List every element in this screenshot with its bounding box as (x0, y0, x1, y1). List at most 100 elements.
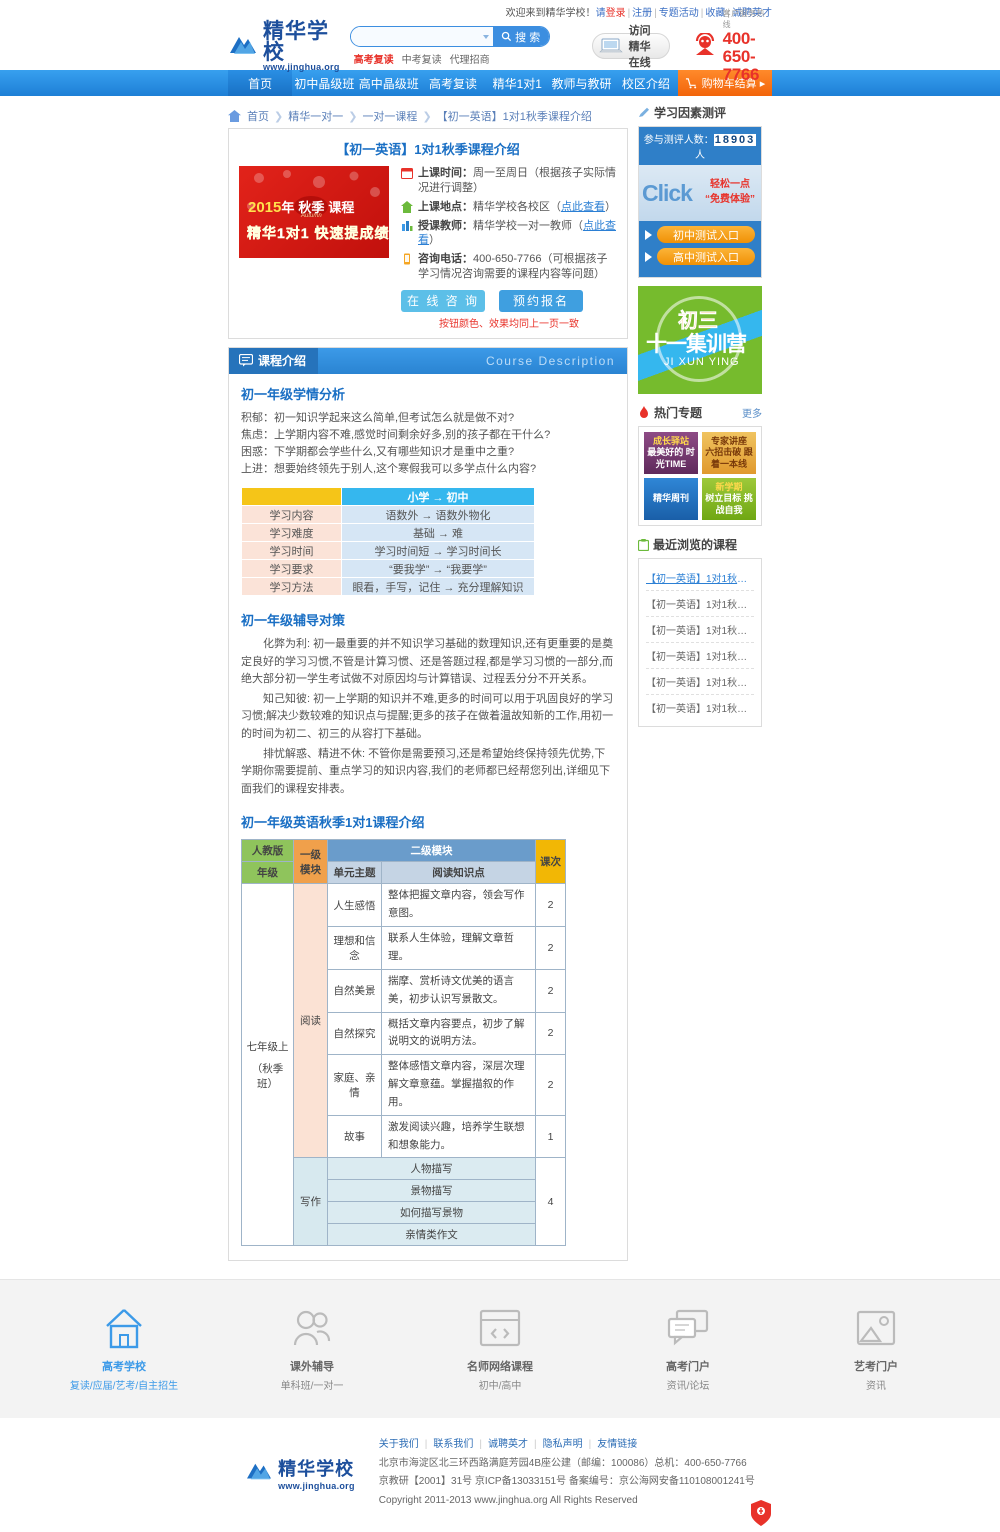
analysis-line: 困惑：下学期都会学些什么,又有哪些知识才是重中之重? (241, 446, 515, 458)
breadcrumb-item-1[interactable]: 精华一对一 (288, 108, 343, 124)
compare-label: 学习方法 (241, 577, 342, 597)
cell-write-topic: 如何描写景物 (327, 1201, 536, 1225)
hotline-number: 400-650-7766 (722, 29, 760, 84)
footer-link-careers[interactable]: 诚聘英才 (488, 1439, 528, 1450)
th-grade: 年级 (241, 861, 294, 885)
promo-banner[interactable]: 初三 十一集训营 JI XUN YING (638, 286, 762, 394)
visit-online-button[interactable]: 访问精华在线 (591, 25, 670, 69)
compare-value: 学习时间短 → 学习时间长 (341, 541, 535, 561)
cell-unit: 理想和信念 (327, 926, 382, 970)
tab-course-description[interactable]: 课程介绍 (229, 347, 319, 374)
footer-nav-gaokao-school[interactable]: 高考学校 复读/应届/艺考/自主招生 (64, 1306, 184, 1392)
assessment-entries: 初中测试入口 高中测试入口 (639, 221, 761, 277)
people-icon (252, 1306, 372, 1350)
speech-bubble-icon (239, 354, 253, 367)
grade-label: 七年级上 (246, 1040, 289, 1053)
list-item[interactable]: 【初一英语】1对1秋季课程介... (646, 695, 754, 720)
top-utility-bar: 欢迎来到精华学校！ 请登录 | 注册 | 专题活动 | 收藏 | 诚聘英才 (0, 0, 1000, 22)
course-info-row-teacher: 授课教师：精华学校一对一教师（点此查看） (401, 219, 617, 249)
promo-line-2: 十一集训营 (646, 333, 747, 356)
register-link[interactable]: 注册 (632, 8, 652, 19)
count-value: 18903 (713, 134, 757, 146)
nav-item-teachers[interactable]: 教师与教研 (549, 70, 613, 96)
entry-senior[interactable]: 高中测试入口 (645, 248, 755, 265)
chevron-down-icon[interactable] (478, 27, 493, 46)
footer-link-about[interactable]: 关于我们 (379, 1439, 419, 1450)
hot-thumb-3[interactable]: 精华周刊 (644, 478, 698, 520)
logo-mark-icon (228, 33, 258, 59)
search-input[interactable] (350, 27, 479, 46)
footer-nav-gaokao-portal[interactable]: 高考门户 资讯/论坛 (628, 1306, 748, 1392)
online-consult-button[interactable]: 在 线 咨 询 (401, 289, 485, 312)
course-phone-label: 咨询电话： (418, 253, 473, 266)
nav-item-junior-elite[interactable]: 初中晶级班 (292, 70, 356, 96)
nav-item-gaokao-repeat[interactable]: 高考复读 (421, 70, 485, 96)
hot-thumb-2[interactable]: 专家讲座 六招击破 跟着一本线 (702, 432, 756, 474)
chat-icon (628, 1306, 748, 1350)
hot-thumb-4[interactable]: 新学期 树立目标 挑战自我 (702, 478, 756, 520)
hot-title-text: 热门专题 (654, 406, 703, 420)
breadcrumb-item-0[interactable]: 首页 (247, 108, 269, 124)
cell-grade: 七年级上 （秋季班） (241, 883, 294, 1247)
list-item[interactable]: 【初一英语】1对1秋季课程介... (646, 617, 754, 643)
cell-lessons: 2 (535, 968, 566, 1013)
grade-sub: （秋季班） (251, 1062, 284, 1090)
list-item[interactable]: 【初一英语】1对1秋季课程介... (646, 643, 754, 669)
course-place-after: ） (605, 200, 616, 213)
footer-link-friends[interactable]: 友情链接 (597, 1439, 637, 1450)
hotlink-gaokao-repeat[interactable]: 高考复读 (354, 55, 394, 66)
nav-item-senior-elite[interactable]: 高中晶级班 (357, 70, 421, 96)
breadcrumb-item-2[interactable]: 一对一课程 (362, 108, 417, 124)
footer-license: 京教研【2001】31号 京ICP备13033151号 备案编号：京公海网安备1… (378, 1476, 755, 1488)
search-box[interactable]: 搜 索 (349, 26, 550, 47)
cell-unit: 家庭、亲情 (327, 1054, 382, 1116)
analysis-lines: 积郁：初一知识学起来这么简单,但考试怎么就是做不对? 焦虑：上学期内容不难,感觉… (241, 410, 615, 478)
main-nav: 首页 初中晶级班 高中晶级班 高考复读 精华1对1 教师与教研 校区介绍 购物车… (0, 70, 1000, 96)
course-place-link[interactable]: 点此查看 (561, 201, 605, 213)
click-banner[interactable]: Click 轻松一点 “免费体验” (639, 165, 761, 221)
list-item[interactable]: 【初一英语】1对1秋季课程介... (646, 669, 754, 695)
hotlink-agent[interactable]: 代理招商 (450, 55, 490, 66)
footer-nav-online-courses[interactable]: 名师网络课程 初中/高中 (440, 1306, 560, 1392)
cell-lessons: 2 (535, 883, 566, 928)
table-row: 学习方法 眼看，手写，记住 → 充分理解知识 (241, 577, 535, 597)
police-badge-icon[interactable] (750, 1500, 772, 1527)
nav-item-home[interactable]: 首页 (228, 70, 293, 96)
hotlink-zhongkao-repeat[interactable]: 中考复读 (402, 55, 442, 66)
image-icon (816, 1306, 936, 1350)
analysis-line: 焦虑：上学期内容不难,感觉时间剩余好多,别的孩子都在干什么? (241, 428, 551, 441)
nav-item-one-on-one[interactable]: 精华1对1 (485, 70, 549, 96)
button-note: 按钮颜色、效果均同上一页一致 (439, 318, 579, 330)
footer-nav-title: 艺考门户 (854, 1361, 898, 1374)
search-hot-links: 高考复读 中考复读 代理招商 (350, 51, 550, 66)
breadcrumb-item-3: 【初一英语】1对1秋季课程介绍 (436, 111, 592, 123)
compare-value: 语数外 → 语数外物化 (341, 505, 535, 525)
th-module1: 一级模块 (293, 839, 328, 885)
cell-unit: 自然美景 (327, 968, 382, 1013)
nav-item-campuses[interactable]: 校区介绍 (614, 70, 678, 96)
footer-link-contact[interactable]: 联系我们 (433, 1439, 473, 1450)
table-row: 小学 → 初中 (241, 487, 535, 507)
entry-junior[interactable]: 初中测试入口 (645, 226, 755, 243)
play-triangle-icon (645, 229, 652, 240)
list-item[interactable]: 【初一英语】1对1秋季课程介... (646, 591, 754, 617)
footer-nav: 高考学校 复读/应届/艺考/自主招生 课外辅导 单科班/一对一 名师网络课程 初… (0, 1306, 1000, 1418)
list-item[interactable]: 【初一英语】1对1秋季课程介... (646, 565, 754, 591)
site-logo[interactable]: 精华学校 www.jinghua.org (228, 18, 340, 72)
footer-logo-name: 精华学校 (278, 1459, 355, 1481)
visit-online-label: 访问精华在线 (628, 25, 651, 69)
search-button[interactable]: 搜 索 (492, 27, 549, 46)
hot-thumb-1[interactable]: 成长驿站 最美好的 时光TIME (644, 432, 698, 474)
signup-button[interactable]: 预约报名 (499, 289, 583, 312)
footer-nav-tutoring[interactable]: 课外辅导 单科班/一对一 (252, 1306, 372, 1392)
hot-more-link[interactable]: 更多 (742, 405, 762, 420)
home-icon (228, 110, 241, 122)
chevron-right-icon: ❯ (422, 110, 432, 123)
logo-name: 精华学校 (263, 18, 329, 64)
cell-lessons: 1 (535, 1114, 566, 1159)
footer-link-privacy[interactable]: 隐私声明 (543, 1439, 583, 1450)
footer-nav-art-portal[interactable]: 艺考门户 资讯 (816, 1306, 936, 1392)
sidebar: 学习因素测评 参与测评人数：18903人 Click 轻松一点 “免费体验” 初… (638, 104, 762, 1261)
cell-module-write: 写作 (293, 1157, 328, 1247)
login-link[interactable]: 登录 (606, 8, 626, 19)
